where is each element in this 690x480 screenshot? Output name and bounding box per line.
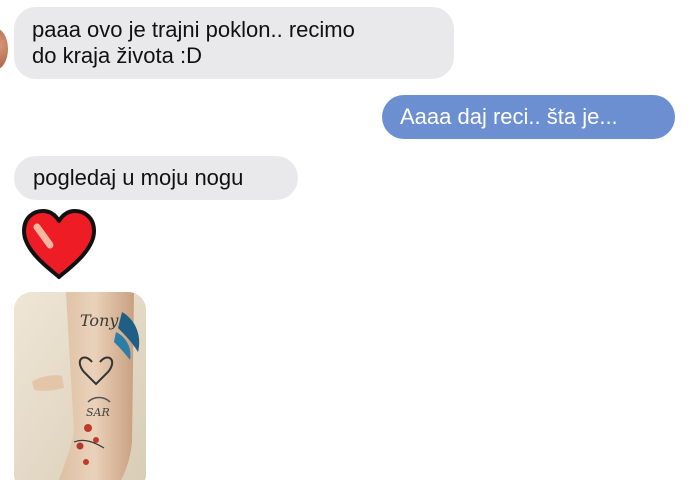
message-text: Aaaa daj reci.. šta je... bbox=[400, 104, 618, 129]
outgoing-message-bubble[interactable]: Aaaa daj reci.. šta je... bbox=[382, 95, 675, 139]
incoming-message-bubble[interactable]: pogledaj u moju nogu bbox=[14, 156, 298, 200]
red-heart-icon[interactable] bbox=[20, 205, 98, 283]
contact-avatar[interactable] bbox=[0, 28, 8, 70]
message-text-line: paaa ovo je trajni poklon.. recimo bbox=[32, 17, 355, 42]
message-text-line: do kraja života :D bbox=[32, 43, 202, 68]
svg-text:Tony: Tony bbox=[80, 311, 119, 330]
chat-thread: paaa ovo je trajni poklon.. recimo do kr… bbox=[0, 0, 690, 480]
svg-text:SAR: SAR bbox=[86, 406, 110, 419]
photo-attachment[interactable]: Tony SAR bbox=[14, 292, 146, 480]
message-text: pogledaj u moju nogu bbox=[33, 165, 244, 190]
incoming-message-bubble[interactable]: paaa ovo je trajni poklon.. recimo do kr… bbox=[14, 7, 454, 79]
